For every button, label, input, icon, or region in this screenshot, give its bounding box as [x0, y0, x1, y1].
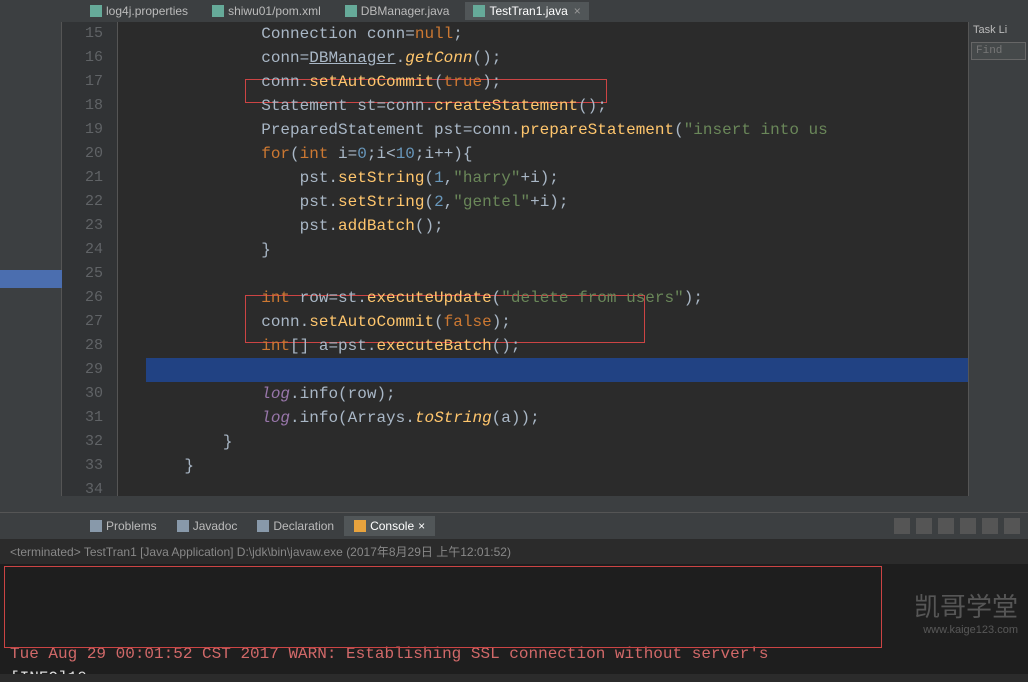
- code-line[interactable]: int[] a=pst.executeBatch();: [146, 334, 968, 358]
- line-number: 21: [62, 166, 117, 190]
- declaration-icon: [257, 520, 269, 532]
- line-number: 30: [62, 382, 117, 406]
- line-number: 20: [62, 142, 117, 166]
- line-number: 15: [62, 22, 117, 46]
- javadoc-icon: [177, 520, 189, 532]
- code-line[interactable]: log.info(row);: [146, 382, 968, 406]
- line-number: 16: [62, 46, 117, 70]
- console-line: Tue Aug 29 00:01:52 CST 2017 WARN: Estab…: [10, 642, 1018, 666]
- tab-label: log4j.properties: [106, 4, 188, 18]
- code-line[interactable]: [146, 478, 968, 496]
- code-line[interactable]: conn.setAutoCommit(false);: [146, 310, 968, 334]
- line-number: 33: [62, 454, 117, 478]
- find-input[interactable]: Find: [971, 42, 1026, 60]
- close-icon[interactable]: ×: [574, 4, 581, 18]
- main-area: 1516171819202122232425262728293031323334…: [0, 22, 1028, 496]
- xml-icon: [212, 5, 224, 17]
- code-line[interactable]: [146, 358, 968, 382]
- scroll-lock-icon[interactable]: [982, 518, 998, 534]
- code-line[interactable]: }: [146, 454, 968, 478]
- line-number: 32: [62, 430, 117, 454]
- display-selected-icon[interactable]: [916, 518, 932, 534]
- bottom-tab-label: Declaration: [273, 519, 334, 533]
- line-number: 25: [62, 262, 117, 286]
- line-number: 34: [62, 478, 117, 496]
- code-line[interactable]: conn.setAutoCommit(true);: [146, 70, 968, 94]
- remove-launch-icon[interactable]: [938, 518, 954, 534]
- code-line[interactable]: Statement st=conn.createStatement();: [146, 94, 968, 118]
- tab-label: shiwu01/pom.xml: [228, 4, 321, 18]
- java-icon: [345, 5, 357, 17]
- editor-scrollbar[interactable]: [0, 496, 1028, 512]
- code-line[interactable]: PreparedStatement pst=conn.prepareStatem…: [146, 118, 968, 142]
- problems-icon: [90, 520, 102, 532]
- console-line: [INFO]10: [10, 666, 1018, 674]
- line-number: 22: [62, 190, 117, 214]
- line-number: 27: [62, 310, 117, 334]
- annotation-box-3: [4, 566, 882, 648]
- clear-console-icon[interactable]: [960, 518, 976, 534]
- left-sidebar: [0, 22, 62, 496]
- console-toolbar: [894, 518, 1028, 534]
- code-line[interactable]: for(int i=0;i<10;i++){: [146, 142, 968, 166]
- line-number: 31: [62, 406, 117, 430]
- bottom-tab-label: Javadoc: [193, 519, 238, 533]
- code-line[interactable]: pst.addBatch();: [146, 214, 968, 238]
- console-icon: [354, 520, 366, 532]
- file-icon: [90, 5, 102, 17]
- line-number: 18: [62, 94, 117, 118]
- editor-tab[interactable]: log4j.properties: [82, 2, 196, 20]
- code-content[interactable]: Connection conn=null; conn=DBManager.get…: [118, 22, 968, 496]
- task-panel: Task Li Find: [968, 22, 1028, 496]
- code-line[interactable]: [146, 262, 968, 286]
- editor-tab[interactable]: TestTran1.java ×: [465, 2, 588, 20]
- code-line[interactable]: log.info(Arrays.toString(a));: [146, 406, 968, 430]
- code-line[interactable]: }: [146, 430, 968, 454]
- editor-tab[interactable]: shiwu01/pom.xml: [204, 2, 329, 20]
- tab-label: DBManager.java: [361, 4, 450, 18]
- sidebar-selection[interactable]: [0, 270, 62, 288]
- editor-tab[interactable]: DBManager.java: [337, 2, 458, 20]
- close-icon[interactable]: ×: [418, 519, 425, 533]
- code-line[interactable]: }: [146, 238, 968, 262]
- line-number: 24: [62, 238, 117, 262]
- open-console-icon[interactable]: [1004, 518, 1020, 534]
- line-number: 29: [62, 358, 117, 382]
- line-gutter: 1516171819202122232425262728293031323334: [62, 22, 118, 496]
- bottom-tab-label: Console: [370, 519, 414, 533]
- bottom-tab-label: Problems: [106, 519, 157, 533]
- code-line[interactable]: conn=DBManager.getConn();: [146, 46, 968, 70]
- pin-console-icon[interactable]: [894, 518, 910, 534]
- tab-label: TestTran1.java: [489, 4, 567, 18]
- bottom-tabs: Problems Javadoc Declaration Console ×: [0, 513, 1028, 539]
- bottom-tab-problems[interactable]: Problems: [80, 516, 167, 536]
- editor-tabs: log4j.properties shiwu01/pom.xml DBManager…: [0, 0, 1028, 22]
- bottom-tab-console[interactable]: Console ×: [344, 516, 435, 536]
- code-line[interactable]: pst.setString(1,"harry"+i);: [146, 166, 968, 190]
- code-line[interactable]: Connection conn=null;: [146, 22, 968, 46]
- line-number: 19: [62, 118, 117, 142]
- bottom-panel: Problems Javadoc Declaration Console × <ter…: [0, 512, 1028, 682]
- code-line[interactable]: pst.setString(2,"gentel"+i);: [146, 190, 968, 214]
- console-output[interactable]: Tue Aug 29 00:01:52 CST 2017 WARN: Estab…: [0, 564, 1028, 674]
- line-number: 26: [62, 286, 117, 310]
- console-status: <terminated> TestTran1 [Java Application…: [0, 539, 1028, 564]
- code-editor[interactable]: 1516171819202122232425262728293031323334…: [62, 22, 968, 496]
- line-number: 28: [62, 334, 117, 358]
- line-number: 17: [62, 70, 117, 94]
- bottom-tab-javadoc[interactable]: Javadoc: [167, 516, 248, 536]
- line-number: 23: [62, 214, 117, 238]
- bottom-tab-declaration[interactable]: Declaration: [247, 516, 344, 536]
- code-line[interactable]: int row=st.executeUpdate("delete from us…: [146, 286, 968, 310]
- task-panel-title: Task Li: [969, 22, 1028, 38]
- java-icon: [473, 5, 485, 17]
